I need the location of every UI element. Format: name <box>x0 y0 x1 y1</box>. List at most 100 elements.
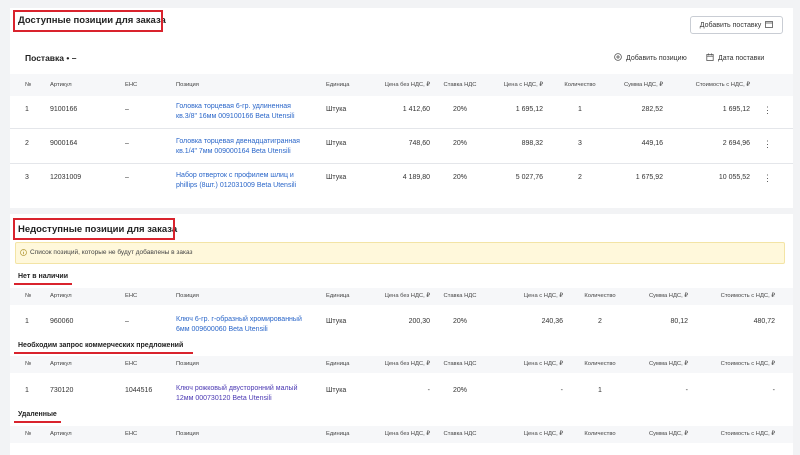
row2-total: 2 694,96 <box>722 140 750 147</box>
oos-row1-position-link[interactable]: Ключ 6-гр. г-образный хромированный 6мм … <box>176 315 311 335</box>
row1-price-vat: 1 695,12 <box>515 106 543 113</box>
row3-unit: Штука <box>326 174 347 181</box>
col-article: Артикул <box>50 431 72 437</box>
col-qty: Количество <box>584 293 616 299</box>
row2-ens: – <box>125 140 129 147</box>
row2-price-vat: 898,32 <box>521 140 543 147</box>
row1-position-link[interactable]: Головка торцевая 6-гр. удлиненная кв.3/8… <box>176 102 311 122</box>
col-price-vat: Цена с НДС, ₽ <box>523 431 563 437</box>
row1-ens: – <box>125 106 129 113</box>
oos-row1-article: 960060 <box>50 318 74 325</box>
calendar-truck-icon <box>765 20 774 30</box>
row2-kebab-menu-icon[interactable]: ⋮ <box>763 140 772 149</box>
col-price-vat: Цена с НДС, ₽ <box>523 361 563 367</box>
col-vat-rate: Ставка НДС <box>443 82 477 88</box>
col-num: № <box>25 361 32 367</box>
col-price-vat: Цена с НДС, ₽ <box>523 293 563 299</box>
oos-row1-qty: 2 <box>598 318 602 325</box>
oos-row1-vat-sum: 80,12 <box>670 318 688 325</box>
quote-row1-vat-rate: 20% <box>452 387 467 394</box>
quote-row1-price-vat: - <box>560 387 563 394</box>
oos-row1-price-no-vat: 200,30 <box>408 318 430 325</box>
row3-vat-rate: 20% <box>452 174 467 181</box>
row2-vat-rate: 20% <box>452 140 467 147</box>
col-total: Стоимость с НДС, ₽ <box>695 82 750 88</box>
col-qty: Количество <box>584 361 616 367</box>
col-unit: Единица <box>326 361 350 367</box>
col-total: Стоимость с НДС, ₽ <box>720 431 775 437</box>
col-ens: ЕНС <box>125 361 138 367</box>
col-num: № <box>25 82 32 88</box>
row3-num: 3 <box>25 174 29 181</box>
quote-row1-total: - <box>772 387 775 394</box>
row2-unit: Штука <box>326 140 347 147</box>
add-delivery-button[interactable]: Добавить поставку <box>690 16 783 34</box>
row1-total: 1 695,12 <box>722 106 750 113</box>
row3-price-vat: 5 027,76 <box>515 174 543 181</box>
row2-position-link[interactable]: Головка торцевая двенадцатигранная кв.1/… <box>176 137 311 157</box>
add-position-label: Добавить позицию <box>626 54 687 62</box>
col-price-no-vat: Цена без НДС, ₽ <box>384 293 430 299</box>
annotation-box-available <box>13 10 163 32</box>
row1-vat-rate: 20% <box>452 106 467 113</box>
row1-vat-sum: 282,52 <box>641 106 663 113</box>
col-num: № <box>25 431 32 437</box>
annotation-box-unavailable <box>13 218 175 240</box>
col-vat-rate: Ставка НДС <box>443 431 477 437</box>
divider <box>10 128 793 129</box>
quote-row1-num: 1 <box>25 387 29 394</box>
annotation-underline-quote-needed <box>14 352 193 354</box>
divider <box>10 163 793 164</box>
oos-row1-vat-rate: 20% <box>452 318 467 325</box>
row3-position-link[interactable]: Набор отверток с профилем шлиц и phillip… <box>176 171 311 191</box>
col-unit: Единица <box>326 293 350 299</box>
row2-num: 2 <box>25 140 29 147</box>
quote-row1-position-link[interactable]: Ключ рожковый двусторонний малый 12мм 00… <box>176 384 311 404</box>
col-position: Позиция <box>176 431 199 437</box>
row1-num: 1 <box>25 106 29 113</box>
row3-article: 12031009 <box>50 174 82 181</box>
quote-row1-article: 730120 <box>50 387 74 394</box>
col-vat-sum: Сумма НДС, ₽ <box>648 293 688 299</box>
col-unit: Единица <box>326 431 350 437</box>
row3-kebab-menu-icon[interactable]: ⋮ <box>763 174 772 183</box>
row2-article: 9000164 <box>50 140 78 147</box>
quote-row1-price-no-vat: - <box>427 387 430 394</box>
col-article: Артикул <box>50 293 72 299</box>
annotation-underline-deleted <box>14 421 61 423</box>
col-unit: Единица <box>326 82 350 88</box>
col-total: Стоимость с НДС, ₽ <box>720 361 775 367</box>
col-vat-rate: Ставка НДС <box>443 361 477 367</box>
oos-row1-num: 1 <box>25 318 29 325</box>
delivery-title: Поставка • – <box>25 53 77 63</box>
col-price-no-vat: Цена без НДС, ₽ <box>384 431 430 437</box>
col-num: № <box>25 293 32 299</box>
calendar-icon <box>706 53 714 63</box>
oos-row1-total: 480,72 <box>753 318 775 325</box>
row1-kebab-menu-icon[interactable]: ⋮ <box>763 106 772 115</box>
row1-unit: Штука <box>326 106 347 113</box>
col-ens: ЕНС <box>125 431 138 437</box>
col-vat-rate: Ставка НДС <box>443 293 477 299</box>
add-delivery-label: Добавить поставку <box>699 21 762 29</box>
quote-needed-title: Необходим запрос коммерческих предложени… <box>18 342 184 349</box>
col-article: Артикул <box>50 82 72 88</box>
quote-row1-vat-sum: - <box>685 387 688 394</box>
add-position-button[interactable]: Добавить позицию <box>614 53 687 63</box>
info-icon <box>20 249 27 258</box>
col-ens: ЕНС <box>125 82 138 88</box>
oos-row1-unit: Штука <box>326 318 347 325</box>
col-vat-sum: Сумма НДС, ₽ <box>648 431 688 437</box>
oos-row1-ens: – <box>125 318 129 325</box>
col-price-vat: Цена с НДС, ₽ <box>503 82 543 88</box>
col-position: Позиция <box>176 361 199 367</box>
delivery-date-label: Дата поставки <box>718 54 765 62</box>
col-vat-sum: Сумма НДС, ₽ <box>623 82 663 88</box>
row3-vat-sum: 1 675,92 <box>635 174 663 181</box>
quote-row1-ens: 1044516 <box>125 387 153 394</box>
delivery-date-button[interactable]: Дата поставки <box>706 53 764 63</box>
deleted-title: Удаленные <box>18 411 57 418</box>
col-qty: Количество <box>584 431 616 437</box>
warning-text: Список позиций, которые не будут добавле… <box>30 249 193 256</box>
row1-article: 9100166 <box>50 106 78 113</box>
